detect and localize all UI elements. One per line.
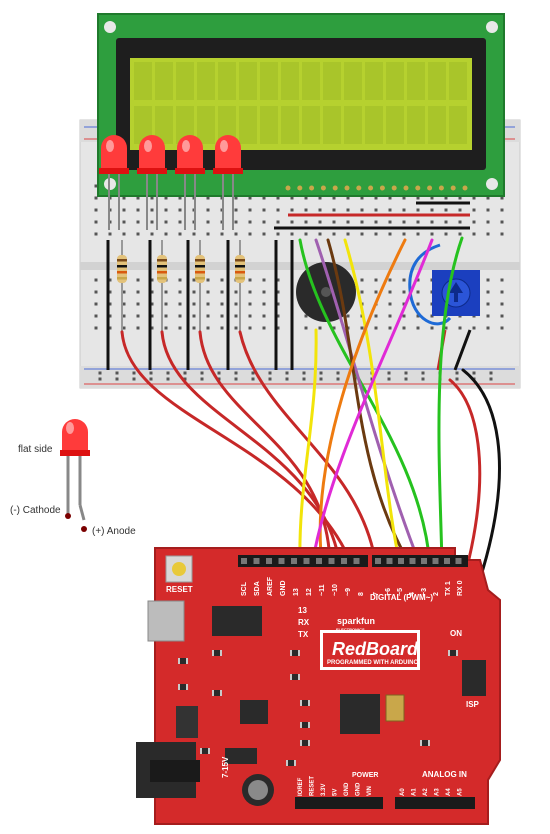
analog-pin-label: A5 — [458, 788, 464, 796]
board-name: RedBoard — [332, 639, 419, 659]
power-pin-label: VIN — [367, 786, 373, 796]
power-pin-label: IOREF — [298, 777, 304, 796]
atmega-chip — [340, 694, 380, 734]
power-pin-label: GND — [344, 782, 350, 796]
tx-label: TX — [298, 630, 309, 639]
power-header — [295, 797, 383, 809]
pin-label: 4 — [409, 592, 416, 596]
pin-label: AREF — [267, 576, 274, 596]
brand-text: sparkfun — [337, 616, 375, 626]
pin-label: SCL — [241, 581, 248, 596]
power-label: POWER — [352, 772, 378, 779]
reset-label: RESET — [166, 585, 193, 594]
pin-label: ~3 — [421, 588, 428, 596]
brand-sub-text: ELECTRONICS — [336, 627, 365, 632]
isp-label: ISP — [466, 700, 480, 709]
flat-side-label: flat side — [18, 444, 53, 455]
led13-label: 13 — [298, 606, 307, 615]
analog-pin-label: A3 — [435, 788, 441, 796]
pin-label: GND — [280, 580, 287, 596]
pin-label: 13 — [293, 588, 300, 596]
board-tagline: PROGRAMMED WITH ARDUINO — [327, 660, 418, 666]
pin-label: ~5 — [397, 588, 404, 596]
pin-label: TX 1 — [445, 581, 452, 596]
analog-pin-label: A4 — [446, 788, 452, 796]
pin-label: 7 — [373, 592, 380, 596]
analog-pin-label: A2 — [423, 788, 429, 796]
usb-port — [147, 600, 185, 642]
usb-chip — [212, 606, 262, 636]
led-legend — [60, 419, 90, 532]
pin-label: ~11 — [319, 584, 326, 596]
circuit-diagram: flat side (-) Cathode (+) Anode sparkfun… — [10, 13, 521, 825]
pin-label: RX 0 — [457, 580, 464, 596]
power-pin-label: 5V — [333, 789, 339, 796]
pin-label: 8 — [358, 592, 365, 596]
isp-header — [462, 660, 486, 696]
pin-label: SDA — [254, 581, 261, 596]
digital-header-right — [372, 555, 468, 567]
cathode-label: (-) Cathode — [10, 505, 61, 516]
analog-label: ANALOG IN — [422, 770, 467, 779]
analog-pin-label: A1 — [412, 788, 418, 796]
vin-range-label: 7-15V — [221, 756, 230, 778]
analog-header — [395, 797, 475, 809]
pin-label: ~10 — [332, 584, 339, 596]
pin-label: 2 — [433, 592, 440, 596]
on-label: ON — [450, 629, 462, 638]
power-pin-label: 3.3V — [321, 784, 327, 796]
analog-pin-label: A0 — [400, 788, 406, 796]
anode-label: (+) Anode — [92, 526, 136, 537]
power-pin-label: RESET — [310, 776, 316, 796]
rx-label: RX — [298, 618, 310, 627]
potentiometer — [432, 270, 480, 316]
pin-label: 12 — [306, 588, 313, 596]
power-pin-label: GND — [356, 782, 362, 796]
pin-label: ~6 — [385, 588, 392, 596]
pin-label: ~9 — [345, 588, 352, 596]
